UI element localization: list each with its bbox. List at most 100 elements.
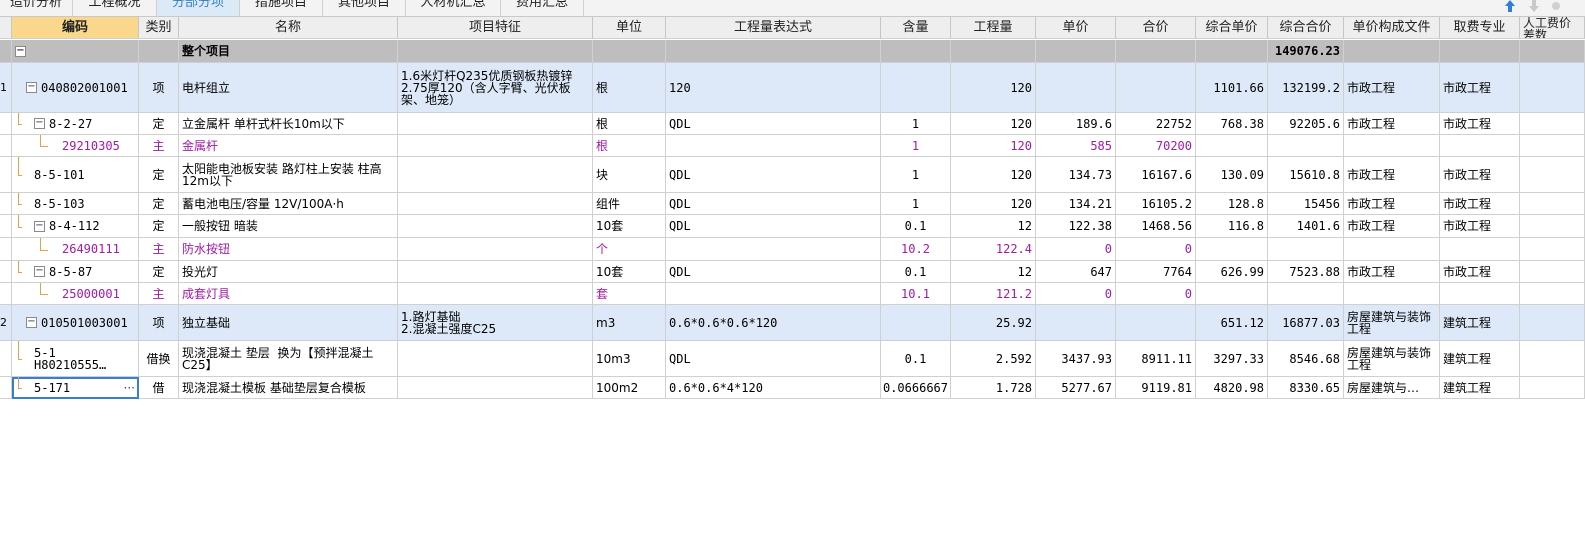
cell-unit-total[interactable]: 1101.66 xyxy=(1196,63,1268,113)
cell-amount[interactable]: 0 xyxy=(1116,283,1196,305)
cell-qty[interactable]: 120 xyxy=(951,135,1036,157)
cell-file[interactable]: 市政工程 xyxy=(1344,215,1440,238)
cell-file[interactable] xyxy=(1344,283,1440,305)
cell-qty-ratio[interactable] xyxy=(881,305,951,341)
cell-unit[interactable]: 10套 xyxy=(593,215,666,238)
cell--labor[interactable] xyxy=(1520,135,1585,157)
total-code-cell[interactable]: − xyxy=(12,40,139,63)
cell-feature[interactable] xyxy=(398,261,593,283)
cell--labor[interactable] xyxy=(1520,63,1585,113)
cell-total[interactable]: 92205.6 xyxy=(1268,113,1344,135)
arrow-down-icon[interactable] xyxy=(1527,0,1541,14)
cell-total[interactable]: 1401.6 xyxy=(1268,215,1344,238)
cell-profession[interactable] xyxy=(1440,238,1520,261)
cell-name[interactable]: 现浇混凝土 垫层 换为【预拌混凝土C25】 xyxy=(179,341,398,377)
header-expression[interactable]: 工程量表达式 xyxy=(666,17,881,39)
cell-unit[interactable]: 根 xyxy=(593,135,666,157)
cell-code[interactable]: 5-1 H80210555… xyxy=(12,341,139,377)
collapse-toggle-icon[interactable]: − xyxy=(26,317,37,328)
header-labor-diff[interactable]: 人工费价差数 xyxy=(1520,17,1585,39)
cell-qty[interactable]: 12 xyxy=(951,215,1036,238)
cell-file[interactable] xyxy=(1344,135,1440,157)
cell-price[interactable] xyxy=(1036,63,1116,113)
cell-total[interactable] xyxy=(1268,135,1344,157)
header-total[interactable]: 综合合价 xyxy=(1268,17,1344,39)
cell-name[interactable]: 独立基础 xyxy=(179,305,398,341)
cell--labor[interactable] xyxy=(1520,283,1585,305)
cell-type[interactable]: 定 xyxy=(139,113,179,135)
cell-unit[interactable]: 根 xyxy=(593,113,666,135)
cell--labor[interactable] xyxy=(1520,377,1585,399)
cell-qty-ratio[interactable]: 1 xyxy=(881,193,951,215)
cell-feature[interactable]: 1.6米灯杆Q235优质钢板热镀锌 2.75厚120（含人字臂、光伏板架、地笼） xyxy=(398,63,593,113)
cell-expr[interactable]: 120 xyxy=(666,63,881,113)
cell-qty-ratio[interactable]: 10.1 xyxy=(881,283,951,305)
cell-expr[interactable]: 0.6*0.6*0.6*120 xyxy=(666,305,881,341)
cell--labor[interactable] xyxy=(1520,341,1585,377)
cell-unit-total[interactable] xyxy=(1196,238,1268,261)
cell-code[interactable]: 5-171 ··· xyxy=(12,377,139,399)
cell-total[interactable] xyxy=(1268,283,1344,305)
cell-unit-total[interactable]: 128.8 xyxy=(1196,193,1268,215)
cell-file[interactable]: 市政工程 xyxy=(1344,261,1440,283)
cell-qty-ratio[interactable]: 1 xyxy=(881,135,951,157)
cell-total[interactable]: 8546.68 xyxy=(1268,341,1344,377)
cell-feature[interactable] xyxy=(398,215,593,238)
cell-feature[interactable] xyxy=(398,113,593,135)
cell-amount[interactable] xyxy=(1116,305,1196,341)
header-price[interactable]: 单价 xyxy=(1036,17,1116,39)
quota-row[interactable]: 8-5-103 定 蓄电池电压/容量 12V/100A·h 组件 QDL 1 120 134.… xyxy=(0,193,1585,215)
cell-profession[interactable]: 市政工程 xyxy=(1440,215,1520,238)
cell-expr[interactable]: QDL xyxy=(666,113,881,135)
cell-price[interactable]: 189.6 xyxy=(1036,113,1116,135)
cell--labor[interactable] xyxy=(1520,157,1585,193)
cell-file[interactable]: 市政工程 xyxy=(1344,113,1440,135)
cell-qty[interactable]: 120 xyxy=(951,113,1036,135)
cell-code[interactable]: 25000001 xyxy=(12,283,139,305)
cell-amount[interactable]: 16105.2 xyxy=(1116,193,1196,215)
cell-unit[interactable]: 组件 xyxy=(593,193,666,215)
header-code[interactable]: 编码 xyxy=(12,17,139,39)
header-quantity[interactable]: 工程量 xyxy=(951,17,1036,39)
cell-profession[interactable]: 市政工程 xyxy=(1440,63,1520,113)
tab-fee-summary[interactable]: 费用汇总 xyxy=(501,0,584,16)
cell-feature[interactable] xyxy=(398,238,593,261)
cell-qty-ratio[interactable]: 0.1 xyxy=(881,341,951,377)
cell-feature[interactable] xyxy=(398,341,593,377)
cell-qty[interactable]: 120 xyxy=(951,63,1036,113)
header-name[interactable]: 名称 xyxy=(179,17,398,39)
cell-code[interactable]: 29210305 xyxy=(12,135,139,157)
cell-profession[interactable]: 建筑工程 xyxy=(1440,341,1520,377)
list-item-row[interactable]: 1−040802001001 项电杆组立 1.6米灯杆Q235优质钢板热镀锌 2.7… xyxy=(0,63,1585,113)
cell-file[interactable] xyxy=(1344,238,1440,261)
cell-price[interactable]: 5277.67 xyxy=(1036,377,1116,399)
cell-file[interactable]: 市政工程 xyxy=(1344,63,1440,113)
cell-feature[interactable] xyxy=(398,157,593,193)
cell-name[interactable]: 立金属杆 单杆式杆长10m以下 xyxy=(179,113,398,135)
cell-type[interactable]: 定 xyxy=(139,215,179,238)
cell-code[interactable]: 8-5-103 xyxy=(12,193,139,215)
quota-row[interactable]: 29210305 主 金属杆 根 1 120 585 70200 xyxy=(0,135,1585,157)
cell-qty-ratio[interactable]: 0.1 xyxy=(881,215,951,238)
cell-unit[interactable]: 10m3 xyxy=(593,341,666,377)
cell-name[interactable]: 电杆组立 xyxy=(179,63,398,113)
more-icon[interactable] xyxy=(1549,0,1563,14)
cell-name[interactable]: 一般按钮 暗装 xyxy=(179,215,398,238)
cell-code[interactable]: −040802001001 xyxy=(12,63,139,113)
cell-price[interactable]: 0 xyxy=(1036,283,1116,305)
cell-qty[interactable]: 122.4 xyxy=(951,238,1036,261)
cell-profession[interactable]: 建筑工程 xyxy=(1440,305,1520,341)
cell-type[interactable]: 主 xyxy=(139,135,179,157)
cell-amount[interactable]: 8911.11 xyxy=(1116,341,1196,377)
cell-feature[interactable]: 1.路灯基础 2.混凝土强度C25 xyxy=(398,305,593,341)
cell-code[interactable]: −8-5-87 xyxy=(12,261,139,283)
quota-row[interactable]: 5-1 H80210555… 借换 现浇混凝土 垫层 换为【预拌混凝土C25】 10m… xyxy=(0,341,1585,377)
cell-unit[interactable]: 个 xyxy=(593,238,666,261)
collapse-toggle-icon[interactable]: − xyxy=(34,266,45,277)
header-amount[interactable]: 合价 xyxy=(1116,17,1196,39)
cell-total[interactable]: 8330.65 xyxy=(1268,377,1344,399)
cell-file[interactable]: 房屋建筑与装饰工程 xyxy=(1344,341,1440,377)
cell-qty[interactable]: 12 xyxy=(951,261,1036,283)
header-profession[interactable]: 取费专业 xyxy=(1440,17,1520,39)
cell-file[interactable]: 房屋建筑与… xyxy=(1344,377,1440,399)
